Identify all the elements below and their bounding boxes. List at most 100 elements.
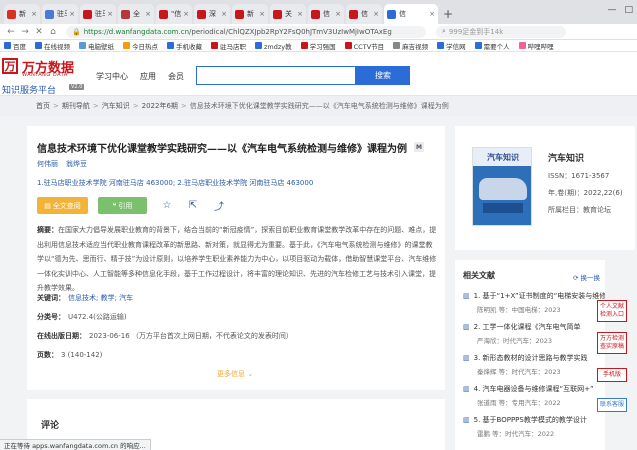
related-source: 张道雨 等：专用汽车：2022 (477, 399, 561, 407)
mobile-badge[interactable]: M (414, 142, 424, 152)
journal-name[interactable]: 汽车知识 (548, 151, 584, 164)
bookmark-item[interactable]: 百度 (4, 41, 26, 51)
online-date-row: 在线出版日期： 2023-06-16 （万方平台首次上网日期，不代表论文的发表时间… (37, 331, 293, 341)
author-link[interactable]: 翁烨豆 (66, 159, 87, 169)
related-title[interactable]: 汽车电器设备与维修课程“互联网+” (483, 385, 594, 393)
nav-apps[interactable]: 应用 (140, 71, 156, 82)
bookmark-item[interactable]: 在线视频 (35, 41, 70, 51)
bookmark-item[interactable]: 需要个人 (474, 41, 510, 51)
close-tab-icon[interactable]: × (297, 10, 303, 18)
related-item[interactable]: ▥ 3. 新形态教材的设计思路与教学实践 秦烽辉 等：时代汽车：2023 (463, 353, 605, 376)
class-row: 分类号： U472.4(公路运输) (37, 312, 127, 322)
related-item[interactable]: ▥ 2. 工学一体化课程《汽车电气简单 严海欣：时代汽车：2023 (463, 322, 605, 345)
related-num: 5. (473, 416, 481, 424)
url-input[interactable]: 🔒 https://d.wanfangdata.com.cn /periodic… (66, 25, 426, 38)
bookmark-item[interactable]: 手机收藏 (167, 41, 202, 51)
affiliation[interactable]: 1.驻马店职业技术学院 河南驻马店 463000; 2.驻马店职业技术学院 河南… (37, 178, 313, 188)
forward-icon[interactable]: → (18, 27, 32, 37)
back-icon[interactable]: ← (4, 27, 18, 37)
close-tab-icon[interactable]: × (107, 10, 113, 18)
minimize-icon[interactable]: — (607, 5, 616, 15)
related-title[interactable]: 基于“1+X”证书制度的“电梯安装与维修” (483, 292, 605, 300)
bookmark-item[interactable]: 驻马店职 (211, 41, 246, 51)
browser-tab[interactable]: 关 × (270, 4, 306, 24)
browser-tab[interactable]: 信 × (384, 4, 438, 24)
close-tab-icon[interactable]: × (373, 10, 379, 18)
favorite-star-icon[interactable]: ☆ (161, 200, 173, 212)
tab-label: 驻马 (95, 10, 105, 18)
book-icon: ▥ (463, 323, 470, 331)
float-button[interactable]: 个人文献检测入口 (597, 300, 627, 322)
cite-button[interactable]: ❝ 引用 (98, 197, 147, 214)
bookmark-item[interactable]: 学习强国 (300, 41, 336, 51)
browser-tab[interactable]: 全 × (118, 4, 154, 24)
close-tab-icon[interactable]: × (221, 10, 227, 18)
float-button[interactable]: 万方检测查实原稿 (597, 332, 627, 354)
close-tab-icon[interactable]: × (145, 10, 151, 18)
bookmark-item[interactable]: 电脑壁纸 (79, 41, 114, 51)
related-title[interactable]: 基于BOPPPS教学模式的教学设计 (483, 416, 587, 424)
maximize-icon[interactable]: □ (624, 5, 633, 15)
browser-tab[interactable]: 新 × (232, 4, 268, 24)
bookmark-favicon-icon (300, 42, 308, 49)
journal-issn: ISSN：1671-3567 (548, 172, 610, 180)
breadcrumb-journal[interactable]: 汽车知识 (102, 101, 130, 111)
logo-version: V2.0 (69, 84, 85, 90)
share-icon[interactable]: ⤴ (213, 200, 225, 213)
related-source: 秦烽辉 等：时代汽车：2023 (477, 368, 561, 376)
related-num: 3. (473, 354, 481, 362)
close-tab-icon[interactable]: × (259, 10, 265, 18)
browser-tab[interactable]: 信 × (308, 4, 344, 24)
site-search-button[interactable]: 搜索 (356, 66, 410, 85)
bookmark-item[interactable]: zmdzy教 (255, 41, 292, 51)
abstract: 摘要：在国家大力倡导发展职业教育的背景下，结合当前的“新冠疫情”，探索目前职业教… (37, 223, 439, 296)
new-tab-button[interactable]: + (440, 4, 456, 24)
site-search-input[interactable] (196, 66, 356, 85)
related-title[interactable]: 新形态教材的设计思路与教学实践 (483, 354, 588, 362)
tab-favicon-icon (45, 9, 54, 19)
browser-tab[interactable]: "信 × (156, 4, 192, 24)
close-tab-icon[interactable]: × (31, 10, 37, 18)
refresh-related-button[interactable]: ⟳ 换一换 (573, 272, 600, 282)
home-icon[interactable]: ⌂ (46, 27, 60, 37)
tab-favicon-icon (349, 9, 358, 19)
browser-tab[interactable]: 驻马× (80, 4, 116, 24)
close-tab-icon[interactable]: × (335, 10, 341, 18)
related-item[interactable]: ▥ 4. 汽车电器设备与维修课程“互联网+” 张道雨 等：专用汽车：2022 (463, 384, 605, 407)
browser-search-input[interactable]: ⌕ 999足金到手14k (436, 25, 566, 38)
close-tab-icon[interactable]: × (183, 10, 189, 18)
stop-icon[interactable]: ✕ (32, 27, 46, 37)
bookmark-item[interactable]: 哔哩哔哩 (518, 41, 554, 51)
more-info-toggle[interactable]: 更多信息 ⌄ (217, 369, 253, 379)
close-tab-icon[interactable]: × (69, 10, 75, 18)
file-icon: ▤ (44, 201, 51, 210)
related-item[interactable]: ▥ 5. 基于BOPPPS教学模式的教学设计 雷鹏 等：时代汽车：2022 (463, 415, 605, 438)
fulltext-button[interactable]: ▤ 全文查阅 (37, 197, 88, 214)
browser-tab[interactable]: 信 × (346, 4, 382, 24)
nav-learning-center[interactable]: 学习中心 (96, 71, 128, 82)
close-tab-icon[interactable]: × (429, 10, 435, 18)
bookmark-label: 学信网 (446, 42, 466, 51)
cover-title: 汽车知识 (473, 148, 531, 166)
bookmark-item[interactable]: CCTV节目 (344, 41, 384, 51)
float-button[interactable]: 联系客服 (597, 398, 627, 412)
nav-member[interactable]: 会员 (168, 71, 184, 82)
browser-tab[interactable]: 深 × (194, 4, 230, 24)
bookmark-favicon-icon (211, 42, 218, 49)
related-item[interactable]: ▥ 1. 基于“1+X”证书制度的“电梯安装与维修” 陈明凯 等：中国电梯：2023 (463, 291, 605, 314)
authors: 何伟丽 翁烨豆 (37, 159, 87, 169)
browser-tab[interactable]: 新 × (4, 4, 40, 24)
breadcrumb-journal-nav[interactable]: 期刊导航 (62, 101, 90, 111)
bookmark-item[interactable]: 学信网 (437, 41, 466, 51)
related-title[interactable]: 工学一体化课程《汽车电气简单 (483, 323, 581, 331)
browser-tab[interactable]: 驻马× (42, 4, 78, 24)
breadcrumb-issue[interactable]: 2022年6期 (142, 101, 178, 111)
export-icon[interactable]: ⇱ (187, 200, 199, 212)
bookmark-item[interactable]: 麻吉视频 (393, 41, 428, 51)
author-link[interactable]: 何伟丽 (37, 159, 58, 169)
float-button[interactable]: 手机版 (597, 368, 627, 382)
bookmark-item[interactable]: 今日热点 (123, 41, 158, 51)
journal-cover-image[interactable]: 汽车知识 (472, 147, 532, 226)
keywords-value[interactable]: 信息技术; 教学; 汽车 (68, 294, 133, 302)
breadcrumb-home[interactable]: 首页 (36, 101, 50, 111)
